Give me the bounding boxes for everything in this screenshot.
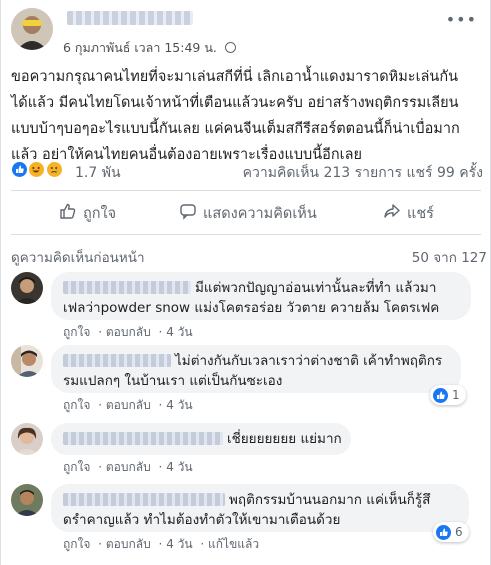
reactions-bar: 1.7 พัน ความคิดเห็น 213 รายการ แชร์ 99 ค…: [11, 160, 483, 182]
comment-bubble: มีแต่พวกปัญญาอ่อนเท่านั้นละที่ทำ แล้วมา …: [51, 272, 471, 320]
divider: [11, 234, 481, 235]
like-label: ถูกใจ: [83, 205, 117, 222]
haha-reaction-icon: [28, 161, 46, 178]
globe-icon: [224, 42, 236, 53]
commenter-avatar[interactable]: [11, 484, 43, 516]
post-header: 6 กุมภาพันธ์ เวลา 15:49 น. •••: [11, 8, 481, 55]
post-stats[interactable]: ความคิดเห็น 213 รายการ แชร์ 99 ครั้ง: [243, 162, 483, 184]
reaction-icons[interactable]: [11, 161, 63, 178]
commenter-name-blurred[interactable]: [63, 432, 223, 445]
comment-text: ดรำคาญแล้ว ทำไมต้องทำตัวให้เขามาเตือนด้ว…: [63, 512, 341, 528]
comment-button[interactable]: แสดงความคิดเห็น: [179, 198, 317, 228]
comment-meta: ถูกใจ · ตอบกลับ · 4 วัน: [63, 460, 193, 474]
comment-text: มีแต่พวกปัญญาอ่อนเท่านั้นละที่ทำ แล้วมา: [195, 280, 437, 296]
comment-meta: ถูกใจ · ตอบกลับ · 4 วัน · แก้ไขแล้ว: [63, 537, 260, 551]
post-timestamp[interactable]: 6 กุมภาพันธ์ เวลา 15:49 น.: [63, 38, 236, 58]
divider: [11, 190, 481, 191]
comment-like-count[interactable]: 6: [433, 522, 469, 542]
like-button[interactable]: ถูกใจ: [59, 198, 116, 228]
comment-text: เชี่ยยยยยยย แย่มาก: [227, 431, 342, 447]
commenter-avatar[interactable]: [11, 423, 43, 455]
comment-reply-link[interactable]: ตอบกลับ: [106, 537, 151, 551]
post-body: ขอความกรุณาคนไทยที่จะมาเล่นสกีที่นี่ เลิ…: [11, 64, 483, 168]
comment-item: พฤติกรรมบ้านนอกมาก แค่เห็นก็รู้สึ ดรำคาญ…: [11, 484, 481, 556]
reaction-count[interactable]: 1.7 พัน: [75, 162, 121, 184]
comments-header: ดูความคิดเห็นก่อนหน้า 50 จาก 127: [11, 246, 487, 266]
author-name-blurred[interactable]: [67, 11, 193, 25]
comment-line: พฤติกรรมบ้านนอกมาก แค่เห็นก็รู้สึ: [63, 490, 457, 510]
commenter-avatar[interactable]: [11, 272, 43, 304]
comment-text: ไม่ต่างกันกับเวลาเราว่าต่างชาติ เค้าทำพฤ…: [175, 353, 443, 369]
author-avatar[interactable]: [11, 8, 53, 50]
comments-count: 50 จาก 127: [411, 250, 487, 266]
comment-edited-label[interactable]: แก้ไขแล้ว: [208, 537, 259, 551]
comment-like-link[interactable]: ถูกใจ: [63, 460, 90, 474]
post-text-line: ขอความกรุณาคนไทยที่จะมาเล่นสกีที่นี่ เลิ…: [11, 69, 459, 85]
comment-time[interactable]: 4 วัน: [166, 325, 192, 339]
comment-item: เชี่ยยยยยยย แย่มาก ถูกใจ · ตอบกลับ · 4 ว…: [11, 423, 481, 475]
comment-bubble: พฤติกรรมบ้านนอกมาก แค่เห็นก็รู้สึ ดรำคาญ…: [51, 484, 469, 532]
comment-reply-link[interactable]: ตอบกลับ: [106, 460, 151, 474]
view-previous-comments-link[interactable]: ดูความคิดเห็นก่อนหน้า: [11, 246, 145, 268]
comment-time[interactable]: 4 วัน: [166, 398, 192, 412]
comment-like-link[interactable]: ถูกใจ: [63, 398, 90, 412]
sad-reaction-icon: [45, 161, 63, 178]
comment-time[interactable]: 4 วัน: [166, 460, 192, 474]
comment-reply-link[interactable]: ตอบกลับ: [106, 398, 151, 412]
post-text-line: ได้แล้ว มีคนไทยโดนเจ้าหน้าที่เตือนแล้วนะ…: [11, 95, 459, 111]
comment-text: พฤติกรรมบ้านนอกมาก แค่เห็นก็รู้สึ: [229, 492, 431, 508]
comment-item: ไม่ต่างกันกับเวลาเราว่าต่างชาติ เค้าทำพฤ…: [11, 345, 481, 415]
post-time-text: 6 กุมภาพันธ์ เวลา 15:49 น.: [63, 40, 217, 55]
share-button[interactable]: แชร์: [383, 198, 434, 228]
thumbs-up-icon: [59, 202, 83, 224]
comment-line: เชี่ยยยยยยย แย่มาก: [63, 429, 342, 449]
comment-like-number: 1: [452, 388, 460, 402]
comment-text: รมแปลกๆ ในบ้านเรา แต่เป็นกันซะเอง: [63, 373, 283, 389]
facebook-post: 6 กุมภาพันธ์ เวลา 15:49 น. ••• ขอความกรุ…: [0, 0, 491, 565]
comment-like-number: 6: [455, 525, 463, 539]
more-options-icon[interactable]: •••: [446, 10, 477, 29]
comment-like-link[interactable]: ถูกใจ: [63, 537, 90, 551]
commenter-avatar[interactable]: [11, 345, 43, 377]
post-actions: ถูกใจ แสดงความคิดเห็น แชร์: [11, 198, 481, 228]
comment-item: มีแต่พวกปัญญาอ่อนเท่านั้นละที่ทำ แล้วมา …: [11, 272, 481, 342]
comment-line: มีแต่พวกปัญญาอ่อนเท่านั้นละที่ทำ แล้วมา: [63, 278, 459, 298]
comment-time[interactable]: 4 วัน: [166, 537, 192, 551]
comment-bubble: ไม่ต่างกันกับเวลาเราว่าต่างชาติ เค้าทำพฤ…: [51, 345, 461, 393]
comment-bubble-icon: [179, 202, 203, 224]
like-reaction-icon: [11, 161, 28, 178]
comment-meta: ถูกใจ · ตอบกลับ · 4 วัน: [63, 325, 193, 339]
share-arrow-icon: [383, 202, 407, 224]
post-text-line: แบบบ้าๆบอๆอะไรแบบนี้กันเลย แค่คนจีนเต็มส…: [11, 121, 460, 137]
like-reaction-icon: [436, 524, 451, 540]
comment-bubble: เชี่ยยยยยยย แย่มาก: [51, 423, 351, 455]
comment-reply-link[interactable]: ตอบกลับ: [106, 325, 151, 339]
commenter-name-blurred[interactable]: [63, 493, 225, 506]
commenter-name-blurred[interactable]: [63, 354, 171, 367]
comment-text: เฟลว่าpowder snow แม่งโคตรอร่อย วัวตาย ค…: [63, 300, 440, 316]
commenter-name-blurred[interactable]: [63, 281, 191, 294]
comment-like-link[interactable]: ถูกใจ: [63, 325, 90, 339]
comment-like-count[interactable]: 1: [430, 385, 466, 405]
comment-line: ไม่ต่างกันกับเวลาเราว่าต่างชาติ เค้าทำพฤ…: [63, 351, 449, 371]
comment-label: แสดงความคิดเห็น: [203, 205, 317, 222]
share-label: แชร์: [407, 205, 434, 222]
like-reaction-icon: [433, 387, 448, 403]
comment-meta: ถูกใจ · ตอบกลับ · 4 วัน: [63, 398, 193, 412]
